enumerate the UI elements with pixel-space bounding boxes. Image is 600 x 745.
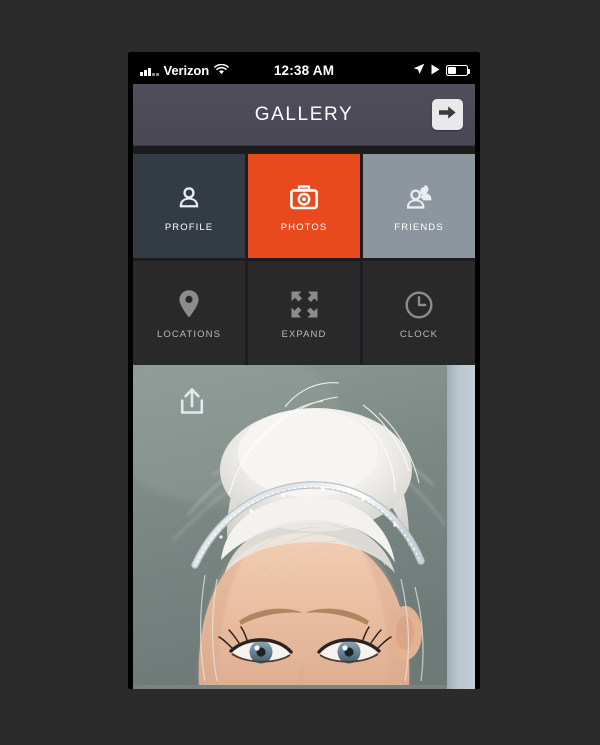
people-icon — [403, 179, 436, 213]
tile-row-2: LOCATIONS EXPAND CLOCK — [133, 261, 475, 365]
tile-locations[interactable]: LOCATIONS — [133, 261, 245, 365]
signal-bars-icon — [140, 66, 159, 76]
tile-label-profile: PROFILE — [164, 222, 214, 233]
tile-label-friends: FRIENDS — [394, 222, 444, 233]
person-icon — [174, 179, 204, 213]
tile-expand[interactable]: EXPAND — [248, 261, 360, 365]
share-button[interactable] — [177, 387, 207, 419]
play-triangle-icon — [431, 63, 440, 78]
tile-label-locations: LOCATIONS — [156, 329, 222, 340]
next-photo-strip[interactable] — [447, 365, 475, 689]
page-title: GALLERY — [254, 103, 354, 125]
location-arrow-icon — [413, 63, 425, 78]
carrier-label: Verizon — [163, 63, 210, 78]
expand-arrows-icon — [289, 286, 320, 320]
phone-frame: Verizon 12:38 AM GALLERY PROFILE PHOTOS … — [128, 52, 480, 689]
status-bar-right — [413, 63, 471, 78]
tile-clock[interactable]: CLOCK — [363, 261, 475, 365]
header-action-button[interactable] — [432, 99, 463, 130]
tile-profile[interactable]: PROFILE — [133, 154, 245, 258]
tile-grid: PROFILE PHOTOS FRIENDS LOCATIONS EXPAND … — [133, 146, 475, 365]
app-header: GALLERY — [133, 84, 475, 146]
tile-label-expand: EXPAND — [281, 329, 327, 340]
status-time: 12:38 AM — [273, 63, 335, 78]
photo-viewer[interactable] — [133, 365, 475, 689]
arrow-right-icon — [438, 104, 457, 126]
wifi-icon — [214, 63, 229, 78]
tile-label-photos: PHOTOS — [280, 222, 328, 233]
camera-icon — [288, 179, 320, 213]
tile-row-1: PROFILE PHOTOS FRIENDS — [133, 154, 475, 258]
status-bar: Verizon 12:38 AM — [133, 57, 475, 84]
tile-label-clock: CLOCK — [399, 329, 439, 340]
map-pin-icon — [176, 286, 202, 320]
tile-friends[interactable]: FRIENDS — [363, 154, 475, 258]
phone-screen: Verizon 12:38 AM GALLERY PROFILE PHOTOS … — [133, 57, 475, 689]
status-bar-left: Verizon — [140, 63, 229, 78]
clock-icon — [404, 286, 434, 320]
battery-icon — [446, 65, 471, 76]
tile-photos[interactable]: PHOTOS — [248, 154, 360, 258]
